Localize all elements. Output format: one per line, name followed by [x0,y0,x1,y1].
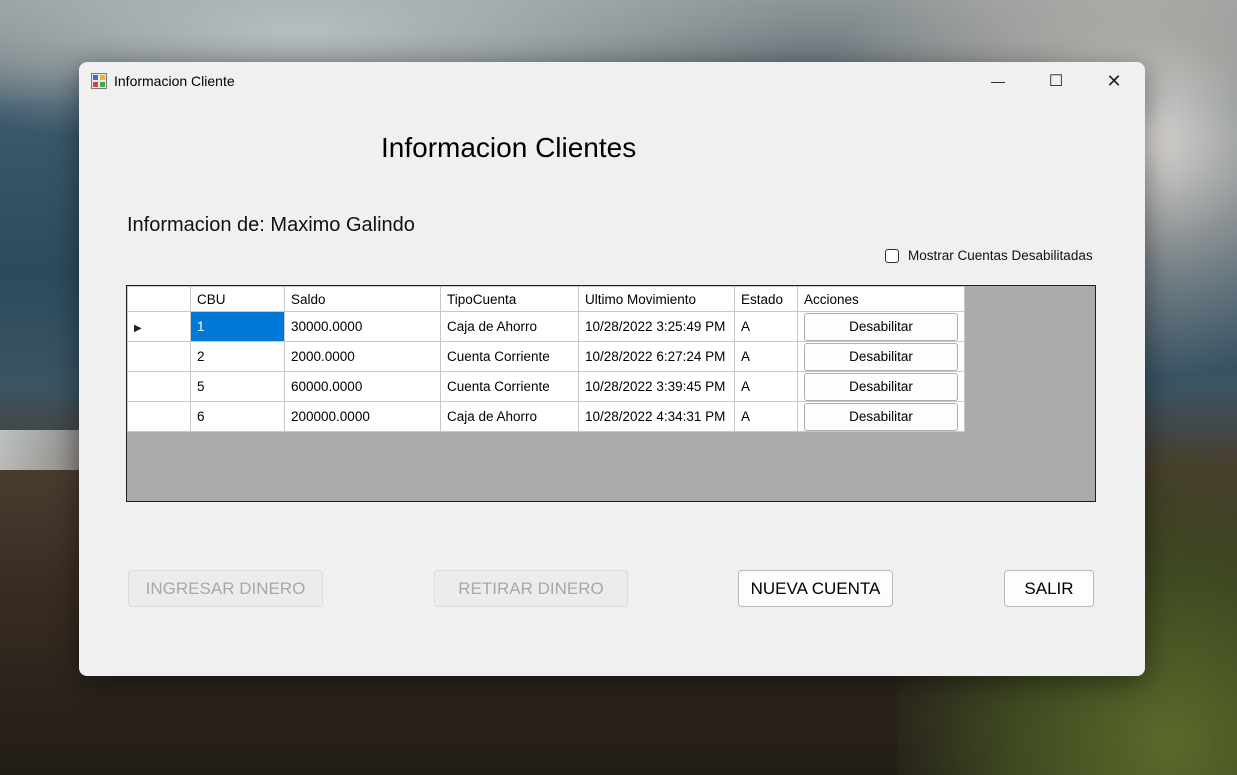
cell-saldo[interactable]: 2000.0000 [284,341,441,372]
cell-ultimo-movimiento[interactable]: 10/28/2022 4:34:31 PM [578,401,735,432]
cell-tipocuenta[interactable]: Caja de Ahorro [440,401,579,432]
disable-account-button[interactable]: Desabilitar [804,342,958,371]
minimize-button[interactable]: — [969,62,1027,100]
row-header[interactable] [127,371,191,402]
cell-acciones: Desabilitar [797,371,965,402]
accounts-table: CBU Saldo TipoCuenta Ultimo Movimiento E… [127,286,965,432]
show-disabled-checkbox-row[interactable]: Mostrar Cuentas Desabilitadas [885,248,1093,263]
cell-acciones: Desabilitar [797,311,965,342]
show-disabled-label[interactable]: Mostrar Cuentas Desabilitadas [908,248,1093,263]
cell-ultimo-movimiento[interactable]: 10/28/2022 3:25:49 PM [578,311,735,342]
show-disabled-checkbox[interactable] [885,248,899,263]
cell-cbu[interactable]: 6 [190,401,285,432]
column-header-acciones[interactable]: Acciones [797,286,965,312]
close-icon: ✕ [1106,70,1122,91]
cell-ultimo-movimiento[interactable]: 10/28/2022 6:27:24 PM [578,341,735,372]
deposit-money-button[interactable]: INGRESAR DINERO [128,570,323,607]
accounts-grid[interactable]: CBU Saldo TipoCuenta Ultimo Movimiento E… [126,285,1096,502]
table-row[interactable]: ▶ 1 30000.0000 Caja de Ahorro 10/28/2022… [127,311,965,342]
current-row-arrow-icon: ▶ [134,323,142,334]
cell-tipocuenta[interactable]: Cuenta Corriente [440,371,579,402]
client-info-label: Informacion de: Maximo Galindo [127,214,415,236]
cell-tipocuenta[interactable]: Caja de Ahorro [440,311,579,342]
cell-cbu[interactable]: 5 [190,371,285,402]
cell-acciones: Desabilitar [797,341,965,372]
maximize-button[interactable]: ☐ [1027,62,1085,100]
table-row[interactable]: 2 2000.0000 Cuenta Corriente 10/28/2022 … [127,341,965,372]
column-header-estado[interactable]: Estado [734,286,798,312]
title-bar[interactable]: Informacion Cliente — ☐ ✕ [79,62,1145,100]
cell-ultimo-movimiento[interactable]: 10/28/2022 3:39:45 PM [578,371,735,402]
cell-acciones: Desabilitar [797,401,965,432]
cell-saldo[interactable]: 60000.0000 [284,371,441,402]
app-window: Informacion Cliente — ☐ ✕ Informacion Cl… [79,62,1145,676]
maximize-icon: ☐ [1048,73,1064,90]
cell-cbu[interactable]: 2 [190,341,285,372]
table-row[interactable]: 6 200000.0000 Caja de Ahorro 10/28/2022 … [127,401,965,432]
cell-estado[interactable]: A [734,341,798,372]
table-header-row: CBU Saldo TipoCuenta Ultimo Movimiento E… [127,286,965,312]
row-header-corner[interactable] [127,286,191,312]
row-header[interactable]: ▶ [127,311,191,342]
window-title: Informacion Cliente [114,73,235,89]
cell-estado[interactable]: A [734,371,798,402]
page-title: Informacion Clientes [381,132,637,163]
column-header-ultimo-movimiento[interactable]: Ultimo Movimiento [578,286,735,312]
close-button[interactable]: ✕ [1085,62,1143,100]
disable-account-button[interactable]: Desabilitar [804,312,958,341]
column-header-cbu[interactable]: CBU [190,286,285,312]
cell-saldo[interactable]: 30000.0000 [284,311,441,342]
table-row[interactable]: 5 60000.0000 Cuenta Corriente 10/28/2022… [127,371,965,402]
withdraw-money-button[interactable]: RETIRAR DINERO [434,570,628,607]
column-header-tipocuenta[interactable]: TipoCuenta [440,286,579,312]
minimize-icon: — [991,73,1005,89]
cell-estado[interactable]: A [734,401,798,432]
cell-estado[interactable]: A [734,311,798,342]
cell-cbu[interactable]: 1 [190,311,285,342]
row-header[interactable] [127,341,191,372]
disable-account-button[interactable]: Desabilitar [804,402,958,431]
disable-account-button[interactable]: Desabilitar [804,372,958,401]
row-header[interactable] [127,401,191,432]
exit-button[interactable]: SALIR [1004,570,1094,607]
cell-saldo[interactable]: 200000.0000 [284,401,441,432]
new-account-button[interactable]: NUEVA CUENTA [738,570,893,607]
cell-tipocuenta[interactable]: Cuenta Corriente [440,341,579,372]
app-icon [91,73,107,89]
column-header-saldo[interactable]: Saldo [284,286,441,312]
